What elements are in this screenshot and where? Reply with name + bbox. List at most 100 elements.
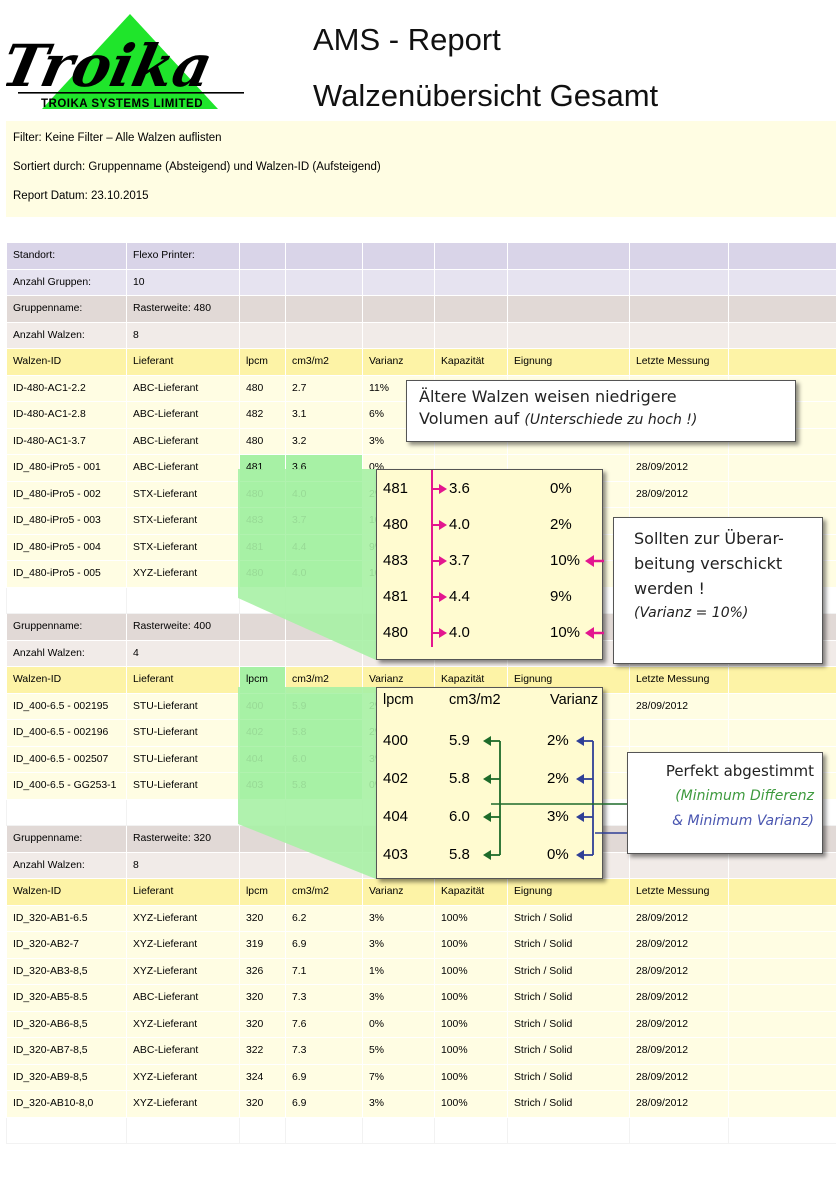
table-cell	[728, 268, 836, 296]
table-cell: ID_400-6.5 - GG253-1	[6, 772, 127, 800]
table-cell	[362, 295, 435, 323]
table-cell: XYZ-Lieferant	[126, 957, 240, 985]
table-cell: STU-Lieferant	[126, 719, 240, 747]
table-cell	[728, 719, 836, 747]
table-cell: ID_400-6.5 - 002196	[6, 719, 127, 747]
table-cell: 5.8	[285, 772, 363, 800]
perfect-match-callout: Perfekt abgestimmt (Minimum Differenz & …	[627, 752, 823, 854]
table-cell: XYZ-Lieferant	[126, 560, 240, 588]
table-cell: 482	[239, 401, 286, 429]
table-cell	[507, 295, 630, 323]
arrow-head	[439, 628, 447, 638]
table-cell	[629, 242, 729, 270]
table-cell: Lieferant	[126, 666, 240, 694]
column-header-row: Walzen-ID Lieferant lpcm cm3/m2 Varianz Kapaz…	[6, 348, 836, 376]
table-cell: cm3/m2	[285, 878, 363, 906]
table-cell: ABC-Lieferant	[126, 427, 240, 455]
table-row: ID_320-AB2-7 XYZ-Lieferant 319 6.9 3% 100% Str…	[6, 931, 836, 959]
table-cell: Anzahl Walzen:	[6, 639, 127, 667]
table-cell: ABC-Lieferant	[126, 374, 240, 402]
location-row: Standort: Flexo Printer:	[6, 242, 836, 270]
group-name-row: Gruppenname: Rasterweite: 480	[6, 295, 836, 323]
table-cell	[362, 242, 435, 270]
column-header-row: Walzen-ID Lieferant lpcm cm3/m2 Varianz Kapaz…	[6, 878, 836, 906]
table-cell	[126, 798, 240, 826]
table-cell: Anzahl Gruppen:	[6, 268, 127, 296]
table-cell	[728, 878, 836, 906]
table-cell: 4.4	[285, 533, 363, 561]
table-cell	[728, 1063, 836, 1091]
table-cell: ABC-Lieferant	[126, 984, 240, 1012]
table-cell	[434, 242, 508, 270]
table-cell: 28/09/2012	[629, 904, 729, 932]
report-page: Troika TROIKA SYSTEMS LIMITED AMS - Repo…	[0, 6, 836, 1182]
report-title: AMS - Report	[313, 22, 501, 57]
table-cell: STX-Lieferant	[126, 533, 240, 561]
group-count-row: Anzahl Gruppen: 10	[6, 268, 836, 296]
table-cell: Strich / Solid	[507, 957, 630, 985]
rework-line3: werden !	[634, 579, 705, 598]
table-row: ID_320-AB3-8,5 XYZ-Lieferant 326 7.1 1% 100% S…	[6, 957, 836, 985]
table-cell: Strich / Solid	[507, 1090, 630, 1118]
table-cell: ID-480-AC1-2.2	[6, 374, 127, 402]
table-cell: ABC-Lieferant	[126, 401, 240, 429]
table-cell: 6.9	[285, 1063, 363, 1091]
table-cell	[239, 242, 286, 270]
table-cell: STX-Lieferant	[126, 507, 240, 535]
zoom-panel-480: 481 3.6 0% 480 4.0 2% 483 3.7 10% 481 4.4 9% 480 4.0 1…	[376, 469, 604, 660]
arrow-head	[439, 556, 447, 566]
table-cell	[507, 1116, 630, 1144]
table-cell	[629, 268, 729, 296]
table-cell: ID_320-AB3-8,5	[6, 957, 127, 985]
table-cell	[728, 242, 836, 270]
table-cell: cm3/m2	[285, 348, 363, 376]
table-cell: 324	[239, 1063, 286, 1091]
table-cell: Rasterweite: 400	[126, 613, 240, 641]
table-cell: 4	[126, 639, 240, 667]
table-cell: 6.9	[285, 931, 363, 959]
table-cell	[507, 268, 630, 296]
table-cell: 0%	[362, 1010, 435, 1038]
table-cell: Flexo Printer:	[126, 242, 240, 270]
table-cell: XYZ-Lieferant	[126, 931, 240, 959]
table-cell: Standort:	[6, 242, 127, 270]
table-cell: Letzte Messung	[629, 666, 729, 694]
table-cell: 3.2	[285, 427, 363, 455]
arrow-head	[439, 520, 447, 530]
table-cell: 4.0	[285, 560, 363, 588]
table-cell	[728, 692, 836, 720]
table-cell: Walzen-ID	[6, 348, 127, 376]
table-cell: ABC-Lieferant	[126, 1037, 240, 1065]
table-cell: 480	[239, 427, 286, 455]
table-cell: 481	[239, 533, 286, 561]
table-cell: ABC-Lieferant	[126, 454, 240, 482]
table-cell	[239, 1116, 286, 1144]
table-cell: 28/09/2012	[629, 1063, 729, 1091]
logo-graphic: Troika TROIKA SYSTEMS LIMITED	[0, 14, 244, 110]
table-cell	[507, 242, 630, 270]
table-cell	[728, 931, 836, 959]
table-cell: ID-480-AC1-2.8	[6, 401, 127, 429]
table-cell	[6, 586, 127, 614]
table-cell	[728, 480, 836, 508]
table-cell: 100%	[434, 957, 508, 985]
table-cell: 1%	[362, 957, 435, 985]
roller-count-row: Anzahl Walzen: 8	[6, 321, 836, 349]
table-cell: 483	[239, 507, 286, 535]
filter-text: Filter: Keine Filter – Alle Walzen aufli…	[13, 132, 222, 144]
bracket-arrow-head	[483, 850, 491, 860]
table-cell: 322	[239, 1037, 286, 1065]
table-cell	[285, 1116, 363, 1144]
table-cell: ID_480-iPro5 - 001	[6, 454, 127, 482]
table-cell: Strich / Solid	[507, 904, 630, 932]
table-cell: XYZ-Lieferant	[126, 1090, 240, 1118]
table-cell: 480	[239, 374, 286, 402]
table-cell: ID_320-AB6-8,5	[6, 1010, 127, 1038]
table-cell	[362, 321, 435, 349]
table-cell	[285, 639, 363, 667]
table-cell: XYZ-Lieferant	[126, 1063, 240, 1091]
table-cell: ID_320-AB7-8,5	[6, 1037, 127, 1065]
table-cell: lpcm	[239, 348, 286, 376]
table-cell	[126, 1116, 240, 1144]
table-cell: 28/09/2012	[629, 480, 729, 508]
